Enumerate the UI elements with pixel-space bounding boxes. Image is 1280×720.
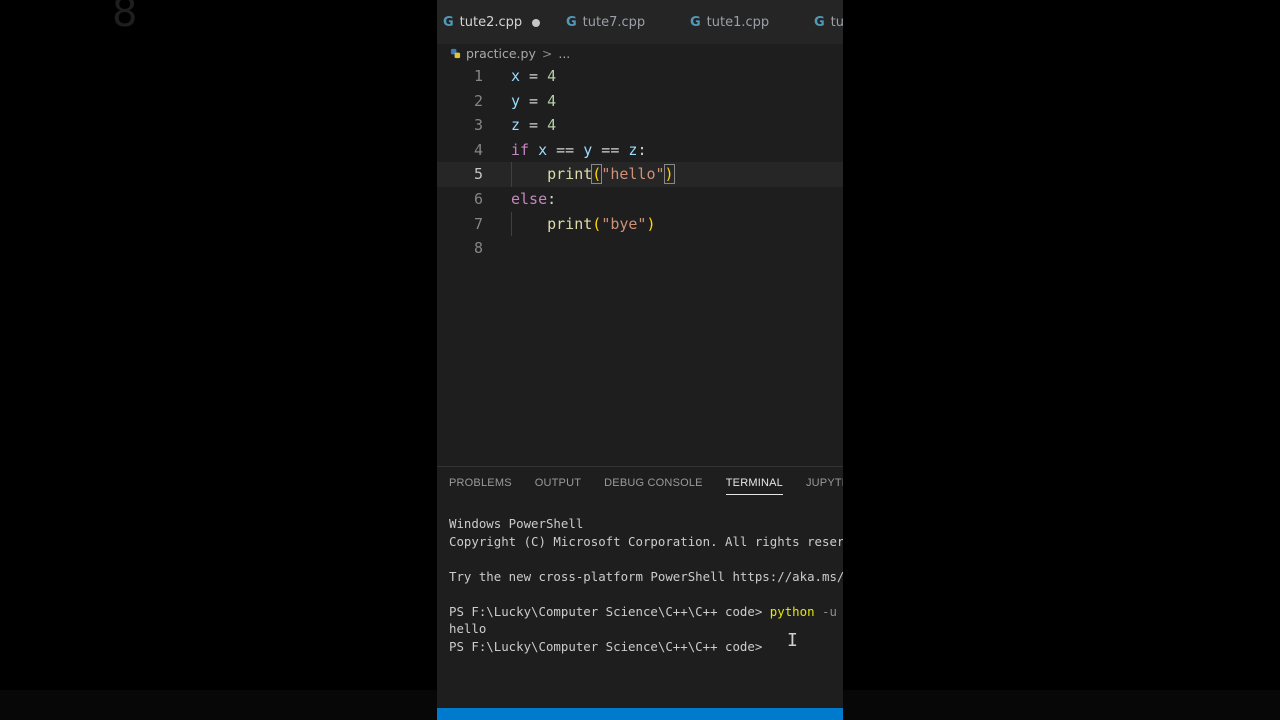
tab-output[interactable]: OUTPUT: [535, 477, 581, 495]
tab-tute1[interactable]: G tute1.cpp: [690, 0, 769, 44]
line-number: 4: [473, 140, 483, 159]
line-number: 3: [473, 116, 483, 135]
code-line[interactable]: 2 y = 4: [437, 89, 843, 114]
terminal-flag: -u: [814, 603, 843, 619]
terminal-prompt: PS F:\Lucky\Computer Science\C++\C++ cod…: [449, 603, 770, 619]
cpp-file-icon: G: [443, 14, 454, 30]
code-area[interactable]: 1 x = 4 2 y = 4 3 z = 4 4 if x == y == z: 5 prin…: [437, 64, 843, 261]
code-line[interactable]: 7 print("bye"): [437, 211, 843, 237]
terminal-line: Copyright (C) Microsoft Corporation. All…: [449, 533, 843, 549]
line-number: 8: [473, 239, 483, 258]
terminal-program-output: hello: [449, 621, 487, 636]
terminal-command: python: [769, 603, 815, 619]
code-text: x = 4: [511, 67, 557, 85]
code-text: y = 4: [511, 91, 557, 110]
tab-terminal[interactable]: TERMINAL: [725, 477, 783, 495]
line-number: 6: [473, 189, 483, 208]
code-text: print("bye"): [547, 214, 656, 233]
code-line[interactable]: 8: [437, 236, 843, 261]
tab-tute7[interactable]: G tute7.cpp: [566, 0, 645, 44]
tab-bar: G tute2.cpp G tute7.cpp G tute1.cpp G tu: [437, 0, 843, 44]
background-glyph: 8: [112, 0, 138, 36]
code-line[interactable]: 1 x = 4: [437, 64, 843, 89]
status-bar: [437, 708, 843, 720]
breadcrumb-file[interactable]: practice.py: [466, 46, 536, 61]
cpp-file-icon: G: [690, 14, 701, 30]
cpp-file-icon: G: [566, 14, 577, 30]
breadcrumb-symbol[interactable]: ...: [558, 46, 570, 61]
cpp-file-icon: G: [814, 14, 825, 30]
code-text: z = 4: [511, 116, 557, 135]
code-text: print("hello"): [547, 164, 675, 185]
python-file-icon: [450, 48, 461, 58]
text-cursor-icon: I: [787, 630, 798, 651]
tab-tute2[interactable]: G tute2.cpp: [443, 0, 522, 44]
tab-label: tute1.cpp: [706, 14, 770, 30]
tab-label: tute2.cpp: [459, 14, 523, 30]
tab-label: tute7.cpp: [582, 14, 646, 30]
editor-window: G tute2.cpp G tute7.cpp G tute1.cpp G tu…: [437, 0, 843, 720]
tab-truncated[interactable]: G tu: [814, 0, 843, 44]
line-number: 7: [473, 214, 483, 233]
terminal-line: Try the new cross-platform PowerShell ht…: [449, 568, 843, 584]
breadcrumb-separator: >: [541, 45, 553, 61]
bottom-panel: PROBLEMS OUTPUT DEBUG CONSOLE TERMINAL J…: [437, 466, 843, 709]
breadcrumb: practice.py > ...: [437, 44, 843, 62]
code-text: else:: [511, 189, 557, 208]
line-number: 1: [473, 67, 483, 85]
tab-problems[interactable]: PROBLEMS: [449, 477, 512, 495]
terminal-output[interactable]: Windows PowerShell Copyright (C) Microsof…: [449, 515, 843, 655]
tab-debug-console[interactable]: DEBUG CONSOLE: [604, 477, 703, 495]
code-line[interactable]: 3 z = 4: [437, 113, 843, 138]
code-line[interactable]: 4 if x == y == z:: [437, 138, 843, 163]
line-number: 2: [473, 91, 483, 110]
code-line[interactable]: 6 else:: [437, 187, 843, 212]
tab-jupyter[interactable]: JUPYTER: [806, 477, 843, 495]
code-text: if x == y == z:: [511, 140, 647, 159]
code-line[interactable]: 5 print("hello"): [437, 162, 843, 187]
terminal-prompt: PS F:\Lucky\Computer Science\C++\C++ cod…: [449, 638, 770, 654]
panel-tabs: PROBLEMS OUTPUT DEBUG CONSOLE TERMINAL J…: [449, 477, 843, 495]
unsaved-dot-icon[interactable]: [532, 19, 540, 27]
line-number: 5: [473, 165, 483, 184]
terminal-line: Windows PowerShell: [449, 516, 584, 531]
terminal-command-line: PS F:\Lucky\Computer Science\C++\C++ cod…: [449, 603, 843, 621]
tab-label: tu: [830, 14, 843, 30]
